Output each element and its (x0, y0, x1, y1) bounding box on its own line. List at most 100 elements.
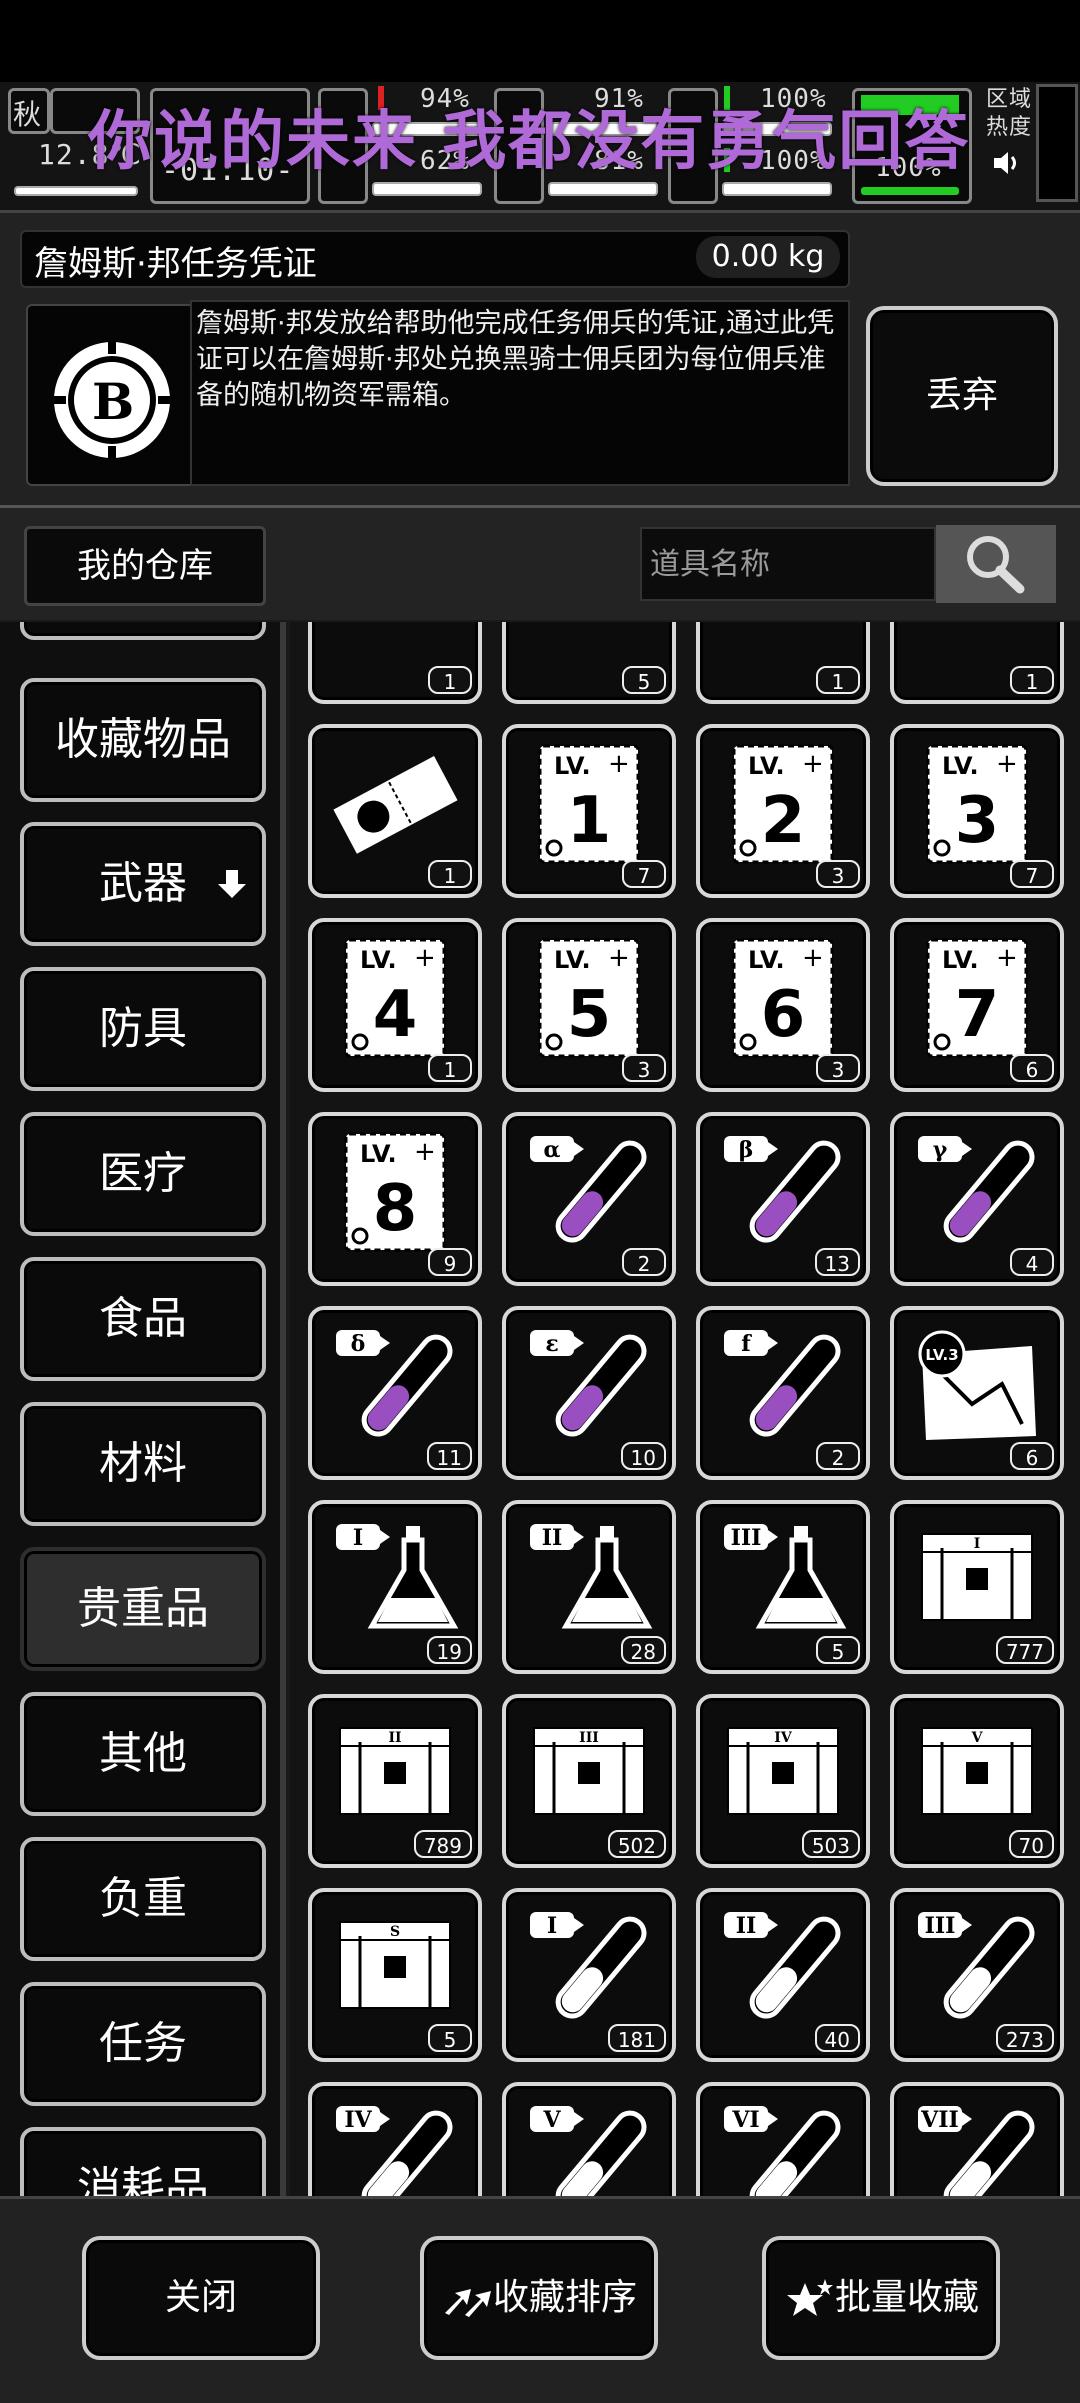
item-slot[interactable]: IV 503 (696, 1694, 870, 1868)
item-icon-box: B (26, 304, 198, 486)
white-tube-icon: V (524, 2100, 654, 2196)
item-count-badge: 13 (814, 1248, 860, 1276)
svg-text:V: V (971, 1730, 984, 1746)
svg-text:+: + (414, 1137, 436, 1167)
arrow-down-icon (218, 870, 246, 898)
svg-text:III: III (579, 1730, 599, 1746)
item-search-input[interactable] (640, 527, 936, 601)
category-armor[interactable]: 防具 (20, 967, 266, 1091)
stat-a-bottom-bar (372, 182, 482, 196)
sort-favorites-button[interactable]: 收藏排序 (420, 2236, 658, 2360)
discard-button[interactable]: 丢弃 (866, 306, 1058, 486)
item-slot[interactable]: V 70 (890, 1694, 1064, 1868)
item-slot[interactable]: LV. +4 1 (308, 918, 482, 1092)
category-label: 医疗 (99, 1148, 187, 1199)
category-label: 任务 (99, 2018, 187, 2069)
item-slot[interactable]: γ4 (890, 1112, 1064, 1286)
item-count-badge: 5 (622, 666, 666, 694)
level-card-icon: LV. +1 (524, 742, 654, 866)
item-slot[interactable]: ε 10 (502, 1306, 676, 1480)
category-favorites[interactable]: 收藏物品 (20, 678, 266, 802)
item-slot[interactable]: 1 (308, 724, 482, 898)
item-slot[interactable]: LV.3 6 (890, 1306, 1064, 1480)
voucher-icon (524, 622, 654, 672)
item-slot[interactable]: 1 (696, 622, 870, 704)
crate-icon: II (330, 1712, 460, 1836)
stat-b-bottom-bar (548, 182, 658, 196)
item-slot[interactable]: LV. +6 3 (696, 918, 870, 1092)
item-count-badge: 7 (1010, 860, 1054, 888)
purple-tube-icon: δ (330, 1324, 460, 1448)
item-slot[interactable]: III 502 (502, 1694, 676, 1868)
item-slot[interactable]: δ 11 (308, 1306, 482, 1480)
svg-text:γ: γ (933, 1137, 948, 1163)
item-slot[interactable]: 1 (308, 622, 482, 704)
my-warehouse-button[interactable]: 我的仓库 (24, 526, 266, 606)
category-medical[interactable]: 医疗 (20, 1112, 266, 1236)
item-slot[interactable]: LV. +8 9 (308, 1112, 482, 1286)
close-button[interactable]: 关闭 (82, 2236, 320, 2360)
category-consumables[interactable]: 消耗品 (20, 2127, 266, 2196)
item-slot[interactable]: LV. +2 3 (696, 724, 870, 898)
item-slot[interactable]: 1 (890, 622, 1064, 704)
item-count-badge: 2 (622, 1248, 666, 1276)
category-partial-top[interactable] (20, 622, 266, 640)
category-materials[interactable]: 材料 (20, 1402, 266, 1526)
item-slot[interactable]: II 789 (308, 1694, 482, 1868)
item-slot[interactable]: VI (696, 2082, 870, 2196)
svg-text:VII: VII (920, 2107, 959, 2133)
item-count-badge: 7 (622, 860, 666, 888)
search-button[interactable] (936, 525, 1056, 603)
crate-icon: III (524, 1712, 654, 1836)
level-card-icon: LV. +2 (718, 742, 848, 866)
item-slot[interactable]: LV. +1 7 (502, 724, 676, 898)
purple-tube-icon: γ (912, 1130, 1042, 1254)
item-slot[interactable]: f2 (696, 1306, 870, 1480)
category-load[interactable]: 负重 (20, 1837, 266, 1961)
crate-icon: V (912, 1712, 1042, 1836)
svg-text:LV.: LV. (748, 752, 785, 780)
svg-text:5: 5 (567, 978, 612, 1052)
batch-favorite-button[interactable]: 批量收藏 (762, 2236, 1000, 2360)
item-slot[interactable]: III 5 (696, 1500, 870, 1674)
crate-icon: IV (718, 1712, 848, 1836)
item-slot[interactable]: VII (890, 2082, 1064, 2196)
zone-heat-label: 区域 热度 (986, 87, 1033, 140)
speaker-icon[interactable] (992, 148, 1022, 178)
item-count-badge: 19 (426, 1636, 472, 1664)
svg-text:ε: ε (545, 1331, 558, 1357)
svg-text:III: III (925, 1913, 956, 1939)
category-quests[interactable]: 任务 (20, 1982, 266, 2106)
svg-text:δ: δ (351, 1331, 366, 1357)
item-slot[interactable]: LV. +7 6 (890, 918, 1064, 1092)
category-weapons[interactable]: 武器 (20, 822, 266, 946)
item-slot[interactable]: α2 (502, 1112, 676, 1286)
item-weight: 0.00 kg (696, 236, 840, 278)
svg-text:LV.: LV. (360, 1140, 397, 1168)
svg-text:1: 1 (567, 784, 612, 858)
item-slot[interactable]: LV. +5 3 (502, 918, 676, 1092)
item-count-badge: 4 (1010, 1248, 1054, 1276)
item-slot[interactable]: I 777 (890, 1500, 1064, 1674)
item-slot[interactable]: β 13 (696, 1112, 870, 1286)
item-slot[interactable]: II 40 (696, 1888, 870, 2062)
item-slot[interactable]: S5 (308, 1888, 482, 2062)
item-slot[interactable]: IV (308, 2082, 482, 2196)
item-slot[interactable]: III 273 (890, 1888, 1064, 2062)
item-slot[interactable]: V (502, 2082, 676, 2196)
flask-icon: III (718, 1518, 848, 1642)
item-count-badge: 10 (620, 1442, 666, 1470)
category-food[interactable]: 食品 (20, 1257, 266, 1381)
item-slot[interactable]: LV. +3 7 (890, 724, 1064, 898)
svg-text:I: I (974, 1536, 981, 1552)
category-label: 材料 (99, 1438, 187, 1489)
svg-text:β: β (739, 1137, 754, 1163)
svg-text:LV.: LV. (360, 946, 397, 974)
item-slot[interactable]: II 28 (502, 1500, 676, 1674)
category-other[interactable]: 其他 (20, 1692, 266, 1816)
item-slot[interactable]: I 181 (502, 1888, 676, 2062)
category-valuables[interactable]: 贵重品 (20, 1547, 266, 1671)
item-slot[interactable]: 5 (502, 622, 676, 704)
menu-panel-handle[interactable] (1036, 84, 1078, 202)
item-slot[interactable]: I 19 (308, 1500, 482, 1674)
